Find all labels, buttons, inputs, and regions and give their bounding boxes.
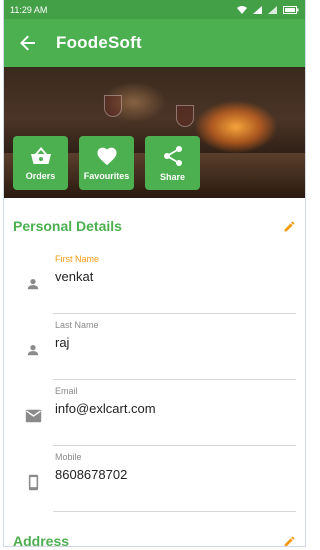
favourites-label: Favourites <box>83 170 130 181</box>
email-input[interactable]: Email info@exlcart.com <box>53 380 296 446</box>
mobile-label: Mobile <box>55 452 82 462</box>
hero-image: Orders Favourites Share <box>4 67 305 198</box>
status-time: 11:29 AM <box>10 4 48 15</box>
last-name-label: Last Name <box>55 320 99 330</box>
last-name-input[interactable]: Last Name raj <box>53 314 296 380</box>
hero-glass <box>176 105 194 127</box>
person-icon <box>27 279 39 290</box>
last-name-icon-wrap <box>13 314 53 380</box>
email-label: Email <box>55 386 78 396</box>
signal-icon <box>253 5 262 14</box>
mobile-icon-wrap <box>13 446 53 512</box>
wifi-icon <box>237 5 247 14</box>
address-header: Address <box>13 530 296 548</box>
personal-details-title: Personal Details <box>13 218 122 234</box>
mail-icon <box>25 409 41 423</box>
status-icons <box>237 5 299 14</box>
edit-icon[interactable] <box>283 535 296 548</box>
first-name-input[interactable]: First Name venkat <box>53 248 296 314</box>
heart-icon <box>96 147 117 165</box>
email-value: info@exlcart.com <box>55 401 156 416</box>
hero-glass <box>104 95 122 117</box>
person-icon <box>27 345 39 356</box>
last-name-value: raj <box>55 335 70 350</box>
mobile-input[interactable]: Mobile 8608678702 <box>53 446 296 512</box>
share-icon <box>163 145 182 166</box>
battery-icon <box>283 5 299 14</box>
app-frame: 11:29 AM FoodeSoft Orders Favourites Sha… <box>3 0 306 547</box>
email-field[interactable]: Email info@exlcart.com <box>13 380 296 446</box>
mobile-field[interactable]: Mobile 8608678702 <box>13 446 296 512</box>
first-name-value: venkat <box>55 269 94 284</box>
share-label: Share <box>159 171 185 182</box>
app-bar: FoodeSoft <box>4 19 305 67</box>
share-button[interactable]: Share <box>145 136 200 190</box>
favourites-button[interactable]: Favourites <box>79 136 134 190</box>
address-title: Address <box>13 533 70 547</box>
status-bar: 11:29 AM <box>4 0 305 19</box>
mobile-value: 8608678702 <box>55 467 128 482</box>
edit-icon[interactable] <box>283 220 296 233</box>
first-name-field[interactable]: First Name venkat <box>13 248 296 314</box>
personal-details-section: Personal Details First Name venkat Last … <box>4 198 305 548</box>
app-title: FoodeSoft <box>56 33 142 52</box>
signal-icon-2 <box>268 5 277 14</box>
arrow-back-icon <box>20 35 35 51</box>
basket-icon <box>30 146 51 164</box>
personal-details-header: Personal Details <box>13 198 296 254</box>
back-button[interactable] <box>14 29 42 57</box>
orders-button[interactable]: Orders <box>13 136 68 190</box>
orders-label: Orders <box>25 170 56 181</box>
email-icon-wrap <box>13 380 53 446</box>
first-name-label: First Name <box>55 254 100 264</box>
phone-icon <box>28 474 38 490</box>
first-name-icon-wrap <box>13 248 53 314</box>
last-name-field[interactable]: Last Name raj <box>13 314 296 380</box>
